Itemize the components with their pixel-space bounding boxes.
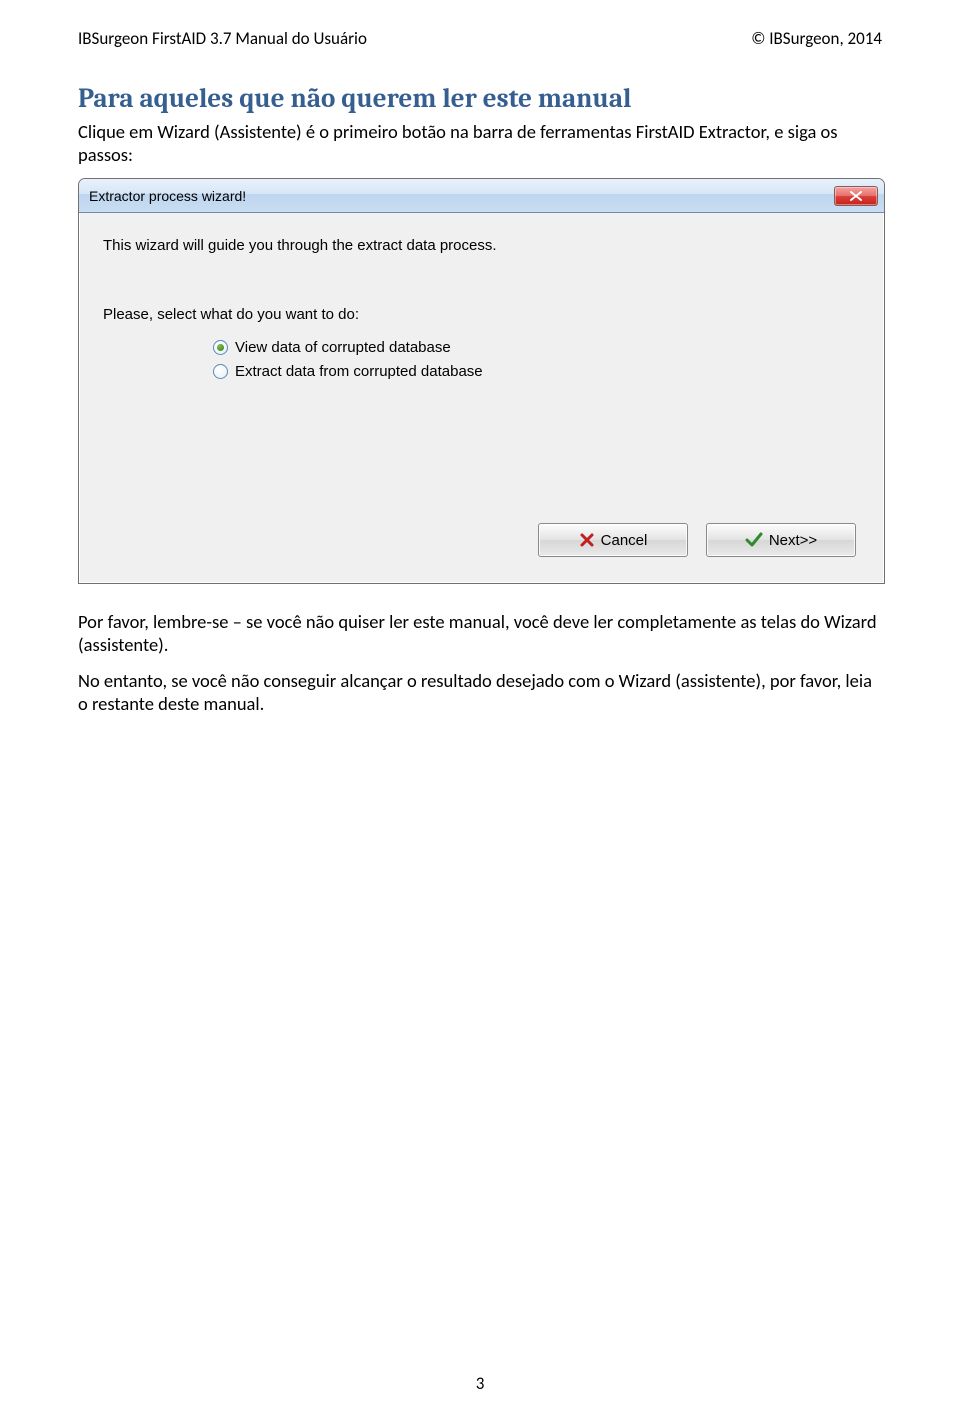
wizard-dialog-screenshot: Extractor process wizard! This wizard wi… <box>78 178 882 584</box>
cancel-icon <box>579 532 595 548</box>
next-button-label: Next>> <box>769 532 817 549</box>
doc-header: IBSurgeon FirstAID 3.7 Manual do Usuário… <box>78 28 882 49</box>
intro-paragraph-1: Clique em Wizard (Assistente) é o primei… <box>78 120 882 166</box>
doc-header-left: IBSurgeon FirstAID 3.7 Manual do Usuário <box>78 28 367 49</box>
radio-option-view[interactable]: View data of corrupted database <box>213 335 860 359</box>
radio-icon-unchecked <box>213 364 228 379</box>
paragraph-3: No entanto, se você não conseguir alcanç… <box>78 669 882 715</box>
radio-icon-checked <box>213 340 228 355</box>
cancel-button[interactable]: Cancel <box>538 523 688 557</box>
doc-header-right: © IBSurgeon, 2014 <box>751 28 882 49</box>
paragraph-2: Por favor, lembre-se – se você não quise… <box>78 610 882 656</box>
dialog-body: This wizard will guide you through the e… <box>79 213 884 583</box>
page-number: 3 <box>0 1373 960 1394</box>
next-button[interactable]: Next>> <box>706 523 856 557</box>
cancel-button-label: Cancel <box>601 532 648 549</box>
dialog-prompt-text: Please, select what do you want to do: <box>103 306 860 323</box>
section-heading: Para aqueles que não querem ler este man… <box>78 83 882 114</box>
dialog-title: Extractor process wizard! <box>89 188 246 204</box>
dialog-window: Extractor process wizard! This wizard wi… <box>78 178 885 584</box>
check-icon <box>745 532 763 548</box>
dialog-titlebar: Extractor process wizard! <box>79 179 884 213</box>
close-button[interactable] <box>834 186 878 206</box>
radio-label-view: View data of corrupted database <box>235 339 451 356</box>
radio-group: View data of corrupted database Extract … <box>103 335 860 383</box>
radio-label-extract: Extract data from corrupted database <box>235 363 483 380</box>
close-icon <box>850 191 862 201</box>
radio-option-extract[interactable]: Extract data from corrupted database <box>213 359 860 383</box>
dialog-intro-text: This wizard will guide you through the e… <box>103 237 860 254</box>
dialog-button-row: Cancel Next>> <box>103 523 860 557</box>
